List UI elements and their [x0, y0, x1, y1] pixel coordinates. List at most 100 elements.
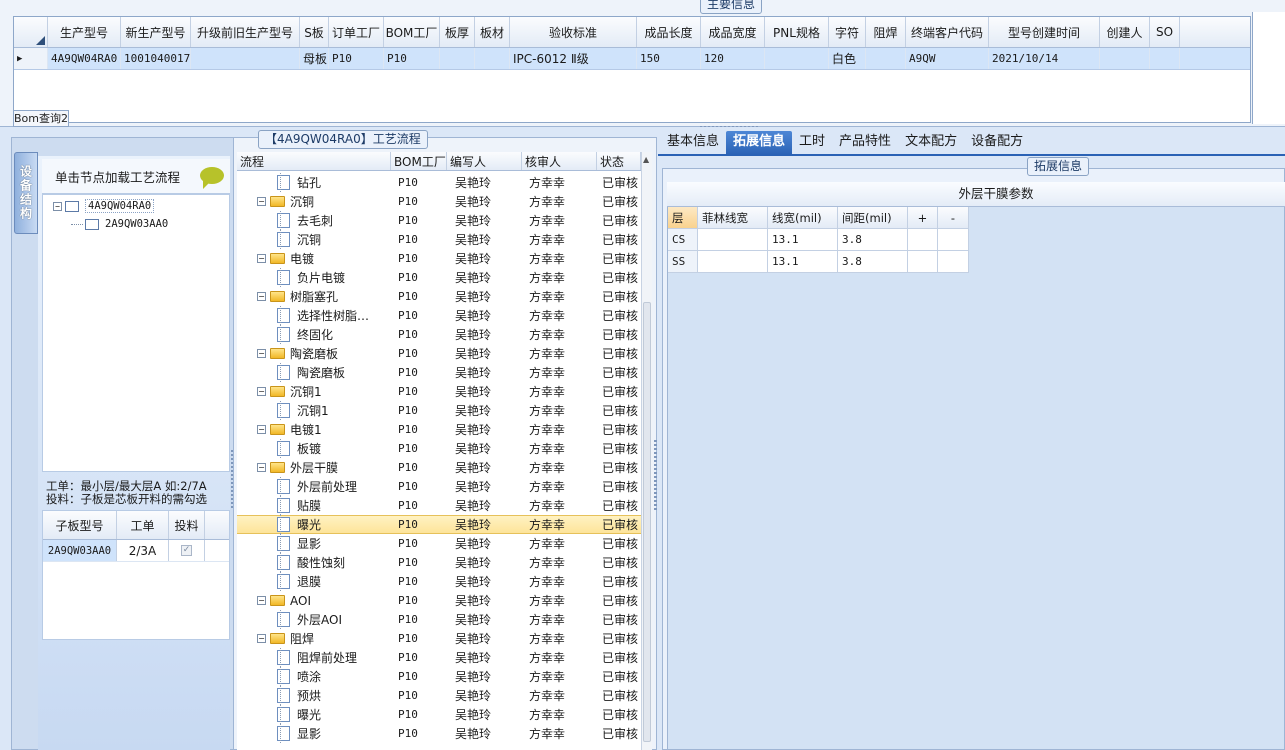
writer-cell[interactable]: 吴艳玲: [447, 515, 522, 534]
writer-cell[interactable]: 吴艳玲: [447, 458, 522, 477]
feed-checkbox[interactable]: ✓: [181, 545, 192, 556]
collapse-icon[interactable]: −: [257, 463, 266, 472]
flow-name-cell[interactable]: 钻孔: [237, 173, 391, 192]
writer-cell[interactable]: 吴艳玲: [447, 724, 522, 743]
reviewer-cell[interactable]: 方幸幸: [522, 648, 597, 667]
reviewer-cell[interactable]: 方幸幸: [522, 249, 597, 268]
reviewer-cell[interactable]: 方幸幸: [522, 458, 597, 477]
line-width-cell[interactable]: 13.1: [768, 251, 838, 273]
reviewer-cell[interactable]: 方幸幸: [522, 439, 597, 458]
bom-cell[interactable]: P10: [391, 629, 447, 648]
bom-cell[interactable]: P10: [391, 458, 447, 477]
film-width-cell[interactable]: [698, 229, 768, 251]
flow-name-cell[interactable]: − 电镀1: [237, 420, 391, 439]
status-cell[interactable]: 已审核: [597, 496, 641, 515]
col-header[interactable]: 成品宽度: [701, 17, 765, 47]
flow-row[interactable]: 外层AOI P10 吴艳玲 方幸幸 已审核: [237, 610, 641, 629]
flow-name-cell[interactable]: 外层AOI: [237, 610, 391, 629]
tree-node-label[interactable]: 4A9QW04RA0: [85, 199, 155, 213]
status-cell[interactable]: 已审核: [597, 173, 641, 192]
reviewer-cell[interactable]: 方幸幸: [522, 477, 597, 496]
layer-cell[interactable]: SS: [668, 251, 698, 273]
flow-row[interactable]: 钻孔 P10 吴艳玲 方幸幸 已审核: [237, 173, 641, 192]
writer-cell[interactable]: 吴艳玲: [447, 439, 522, 458]
flow-name-cell[interactable]: 显影: [237, 534, 391, 553]
status-cell[interactable]: 已审核: [597, 572, 641, 591]
flow-name-cell[interactable]: − 外层干膜: [237, 458, 391, 477]
sub-model-cell[interactable]: 2A9QW03AA0: [43, 540, 117, 561]
reviewer-cell[interactable]: 方幸幸: [522, 420, 597, 439]
reviewer-cell[interactable]: 方幸幸: [522, 572, 597, 591]
collapse-icon[interactable]: −: [257, 254, 266, 263]
flow-name-cell[interactable]: 选择性树脂…: [237, 306, 391, 325]
line-width-cell[interactable]: 13.1: [768, 229, 838, 251]
flow-row[interactable]: 去毛刺 P10 吴艳玲 方幸幸 已审核: [237, 211, 641, 230]
flow-name-cell[interactable]: 退膜: [237, 572, 391, 591]
flow-name-cell[interactable]: 曝光: [237, 705, 391, 724]
writer-cell[interactable]: 吴艳玲: [447, 496, 522, 515]
flow-row[interactable]: − 外层干膜 P10 吴艳玲 方幸幸 已审核: [237, 458, 641, 477]
reviewer-cell[interactable]: 方幸幸: [522, 553, 597, 572]
col-header[interactable]: 创建人: [1100, 17, 1150, 47]
reviewer-cell[interactable]: 方幸幸: [522, 591, 597, 610]
collapse-icon[interactable]: −: [257, 425, 266, 434]
writer-cell[interactable]: 吴艳玲: [447, 268, 522, 287]
reviewer-cell[interactable]: 方幸幸: [522, 724, 597, 743]
grid-cell[interactable]: [1100, 48, 1150, 69]
status-cell[interactable]: 已审核: [597, 515, 641, 534]
reviewer-cell[interactable]: 方幸幸: [522, 192, 597, 211]
flow-name-cell[interactable]: 贴膜: [237, 496, 391, 515]
collapse-icon[interactable]: −: [257, 197, 266, 206]
grid-cell[interactable]: [1150, 48, 1180, 69]
reviewer-cell[interactable]: 方幸幸: [522, 667, 597, 686]
flow-name-cell[interactable]: 预烘: [237, 686, 391, 705]
bom-cell[interactable]: P10: [391, 401, 447, 420]
status-cell[interactable]: 已审核: [597, 249, 641, 268]
film-width-cell[interactable]: [698, 251, 768, 273]
writer-cell[interactable]: 吴艳玲: [447, 572, 522, 591]
grid-cell[interactable]: 母板: [300, 48, 329, 69]
grid-cell[interactable]: P10: [384, 48, 440, 69]
grid-cell[interactable]: A9QW: [906, 48, 989, 69]
flow-row[interactable]: 负片电镀 P10 吴艳玲 方幸幸 已审核: [237, 268, 641, 287]
col-header[interactable]: 阻焊: [866, 17, 906, 47]
col-header[interactable]: 型号创建时间: [989, 17, 1100, 47]
tab-1[interactable]: 拓展信息: [726, 131, 793, 155]
bom-cell[interactable]: P10: [391, 648, 447, 667]
grid-cell[interactable]: 白色: [829, 48, 866, 69]
grid-cell[interactable]: 150: [637, 48, 701, 69]
bom-cell[interactable]: P10: [391, 192, 447, 211]
writer-cell[interactable]: 吴艳玲: [447, 477, 522, 496]
tab-5[interactable]: 设备配方: [964, 131, 1030, 155]
grid-cell[interactable]: [191, 48, 300, 69]
bom-cell[interactable]: P10: [391, 534, 447, 553]
flow-row[interactable]: − 树脂塞孔 P10 吴艳玲 方幸幸 已审核: [237, 287, 641, 306]
col-header[interactable]: BOM工厂: [384, 17, 440, 47]
status-cell[interactable]: 已审核: [597, 192, 641, 211]
status-cell[interactable]: 已审核: [597, 610, 641, 629]
bom-cell[interactable]: P10: [391, 344, 447, 363]
bom-cell[interactable]: P10: [391, 477, 447, 496]
main-info-grid[interactable]: 生产型号 新生产型号 升级前旧生产型号 S板 订单工厂 BOM工厂 板厚 板材 验收标准 成品长度…: [13, 16, 1251, 123]
grid-cell[interactable]: [440, 48, 475, 69]
flow-row[interactable]: 曝光 P10 吴艳玲 方幸幸 已审核: [237, 515, 641, 534]
status-cell[interactable]: 已审核: [597, 534, 641, 553]
writer-cell[interactable]: 吴艳玲: [447, 173, 522, 192]
col-header[interactable]: 板厚: [440, 17, 475, 47]
reviewer-cell[interactable]: 方幸幸: [522, 211, 597, 230]
tab-0[interactable]: 基本信息: [660, 131, 726, 155]
tab-2[interactable]: 工时: [792, 131, 832, 155]
col-header[interactable]: SO: [1150, 17, 1180, 47]
flow-row[interactable]: − 电镀1 P10 吴艳玲 方幸幸 已审核: [237, 420, 641, 439]
layer-cell[interactable]: CS: [668, 229, 698, 251]
writer-cell[interactable]: 吴艳玲: [447, 610, 522, 629]
scroll-up-arrow-icon[interactable]: ▲: [643, 155, 649, 164]
status-cell[interactable]: 已审核: [597, 705, 641, 724]
status-cell[interactable]: 已审核: [597, 306, 641, 325]
status-cell[interactable]: 已审核: [597, 344, 641, 363]
flow-row[interactable]: 外层前处理 P10 吴艳玲 方幸幸 已审核: [237, 477, 641, 496]
reviewer-cell[interactable]: 方幸幸: [522, 173, 597, 192]
flow-name-cell[interactable]: 酸性蚀刻: [237, 553, 391, 572]
empty-cell[interactable]: [938, 229, 969, 251]
param-grid[interactable]: 层 菲林线宽 线宽(mil) 间距(mil) + - CS 13.1 3.8 S…: [668, 207, 969, 273]
